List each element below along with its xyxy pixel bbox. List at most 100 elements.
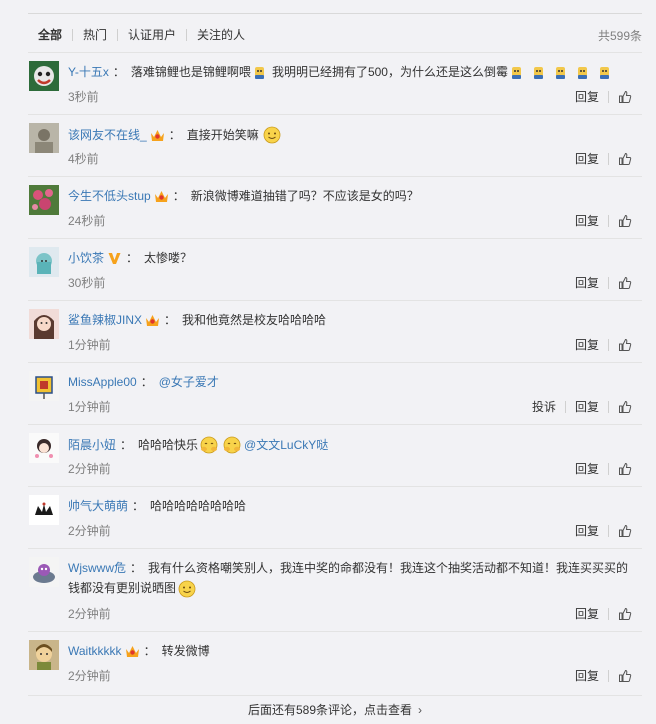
report-button[interactable]: 投诉 — [532, 398, 556, 415]
sad-doge-emoji-icon — [599, 67, 609, 79]
username-link[interactable]: 帅气大萌萌 — [68, 498, 128, 514]
tab-all[interactable]: 全部 — [28, 28, 72, 42]
username-link[interactable]: 鲨鱼辣椒JINX — [68, 312, 142, 328]
comment-time: 2分钟前 — [68, 462, 111, 476]
colon: ： — [140, 375, 153, 389]
avatar[interactable] — [29, 247, 59, 277]
reply-button[interactable]: 回复 — [575, 212, 599, 229]
reply-button[interactable]: 回复 — [575, 150, 599, 167]
verified-v-icon — [108, 253, 121, 264]
colon: ： — [132, 499, 145, 513]
thumbs-up-icon[interactable] — [618, 338, 632, 352]
avatar[interactable] — [29, 640, 59, 670]
colon: ： — [164, 313, 177, 327]
avatar[interactable] — [29, 123, 59, 153]
comment-actions: 回复 — [575, 336, 632, 353]
username-link[interactable]: 陌晨小妞 — [68, 437, 116, 453]
thumbs-up-icon[interactable] — [618, 214, 632, 228]
avatar[interactable] — [29, 61, 59, 91]
username-link[interactable]: Y-十五x — [68, 64, 109, 80]
sad-doge-emoji-icon — [254, 67, 264, 79]
username-link[interactable]: 该网友不在线_ — [68, 127, 147, 143]
reply-button[interactable]: 回复 — [575, 398, 599, 415]
comment-text: 我有什么资格嘲笑别人，我连中奖的命都没有！我连这个抽奖活动都不知道！我连买买买的… — [68, 561, 629, 595]
comment-time: 2分钟前 — [68, 669, 111, 683]
comment-item: Waitkkkkk ： 转发微博 2分钟前 回复 — [28, 631, 642, 693]
thumbs-up-icon[interactable] — [618, 90, 632, 104]
action-divider — [608, 276, 609, 289]
action-divider — [608, 338, 609, 351]
comment-line: 小饮茶 ： 太惨喽？ — [68, 250, 632, 266]
avatar[interactable] — [29, 495, 59, 525]
comment-item: MissApple00 ： @女子爱才 1分钟前 投诉 回复 — [28, 362, 642, 424]
load-more-comments-link[interactable]: 后面还有589条评论，点击查看 › — [28, 695, 642, 723]
hug-emoji-icon — [200, 436, 218, 454]
smile-emoji-icon — [178, 580, 196, 598]
comment-actions: 回复 — [575, 212, 632, 229]
action-divider — [564, 400, 566, 413]
reply-button[interactable]: 回复 — [575, 336, 599, 353]
comment-time: 3秒前 — [68, 90, 99, 104]
reply-button[interactable]: 回复 — [575, 460, 599, 477]
thumbs-up-icon[interactable] — [618, 524, 632, 538]
thumbs-up-icon[interactable] — [618, 400, 632, 414]
comment-item: 帅气大萌萌 ： 哈哈哈哈哈哈哈哈 2分钟前 回复 — [28, 486, 642, 548]
comment-text: 直接开始笑嘛 — [186, 128, 259, 142]
reply-button[interactable]: 回复 — [575, 274, 599, 291]
chevron-right-icon: › — [418, 702, 423, 717]
avatar[interactable] — [29, 433, 59, 463]
avatar[interactable] — [29, 309, 59, 339]
action-divider — [608, 152, 609, 165]
tab-hot[interactable]: 热门 — [73, 28, 117, 42]
reply-button[interactable]: 回复 — [575, 522, 599, 539]
action-divider — [608, 90, 609, 103]
comment-text: 我和他竟然是校友哈哈哈哈 — [182, 313, 327, 327]
tab-following[interactable]: 关注的人 — [187, 28, 255, 42]
thumbs-up-icon[interactable] — [618, 276, 632, 290]
comment-line: Wjswww危 ：我有什么资格嘲笑别人，我连中奖的命都没有！我连这个抽奖活动都不知… — [68, 560, 632, 598]
colon: ： — [126, 251, 139, 265]
username-link[interactable]: Waitkkkkk — [68, 643, 122, 659]
comment-item: 该网友不在线_ ： 直接开始笑嘛 4秒前 回复 — [28, 114, 642, 176]
reply-button[interactable]: 回复 — [575, 667, 599, 684]
avatar[interactable] — [29, 371, 59, 401]
tab-verified-users[interactable]: 认证用户 — [118, 28, 186, 42]
reply-button[interactable]: 回复 — [575, 605, 599, 622]
username-link[interactable]: 今生不低头stup — [68, 188, 151, 204]
top-divider — [28, 13, 642, 14]
username-link[interactable]: MissApple00 — [68, 374, 137, 390]
comment-text: 新浪微博难道抽错了吗？不应该是女的吗？ — [190, 189, 419, 203]
comment-time: 1分钟前 — [68, 338, 111, 352]
crown-vip-icon — [154, 191, 168, 202]
thumbs-up-icon[interactable] — [618, 669, 632, 683]
comment-actions: 回复 — [575, 274, 632, 291]
smile-emoji-icon — [263, 126, 281, 144]
mention-link[interactable]: @文文LuCkY哒 — [244, 437, 328, 453]
comment-time: 2分钟前 — [68, 607, 111, 621]
sad-doge-emoji-icon — [577, 67, 587, 79]
avatar[interactable] — [29, 557, 59, 587]
comment-line: Waitkkkkk ： 转发微博 — [68, 643, 632, 659]
action-divider — [608, 462, 609, 475]
comment-item: 今生不低头stup ： 新浪微博难道抽错了吗？不应该是女的吗？ 24秒前 回复 — [28, 176, 642, 238]
comment-text: 落难锦鲤也是锦鲤啊喂 — [130, 65, 251, 79]
comment-line: Y-十五x ： 落难锦鲤也是锦鲤啊喂 我明明已经拥有了500，为什么还是这么倒霉 — [68, 64, 632, 80]
username-link[interactable]: Wjswww危 — [68, 561, 126, 575]
comment-actions: 回复 — [575, 667, 632, 684]
mention-link[interactable]: @女子爱才 — [159, 374, 219, 390]
thumbs-up-icon[interactable] — [618, 152, 632, 166]
sad-doge-emoji-icon — [555, 67, 565, 79]
comment-line: 今生不低头stup ： 新浪微博难道抽错了吗？不应该是女的吗？ — [68, 188, 632, 204]
comment-item: 鲨鱼辣椒JINX ： 我和他竟然是校友哈哈哈哈 1分钟前 回复 — [28, 300, 642, 362]
avatar[interactable] — [29, 185, 59, 215]
colon: ： — [168, 128, 181, 142]
crown-vip-icon — [125, 646, 139, 657]
comment-line: 陌晨小妞 ： 哈哈哈快乐 @文文LuCkY哒 — [68, 436, 632, 454]
comment-time: 1分钟前 — [68, 400, 111, 414]
thumbs-up-icon[interactable] — [618, 607, 632, 621]
thumbs-up-icon[interactable] — [618, 462, 632, 476]
username-link[interactable]: 小饮茶 — [68, 250, 104, 266]
colon: ： — [172, 189, 185, 203]
reply-button[interactable]: 回复 — [575, 88, 599, 105]
comment-line: 帅气大萌萌 ： 哈哈哈哈哈哈哈哈 — [68, 498, 632, 514]
